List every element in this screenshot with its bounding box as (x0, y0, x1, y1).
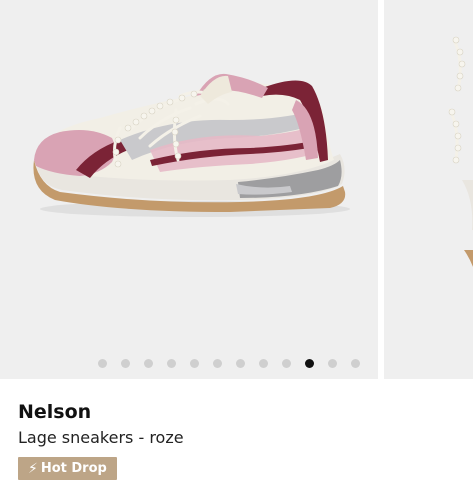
carousel-pagination (98, 357, 360, 369)
lightning-icon: ⚡ (28, 460, 38, 477)
product-brand[interactable]: Nelson (18, 400, 458, 424)
badge-label: Hot Drop (40, 461, 107, 476)
carousel-dot[interactable] (144, 358, 153, 368)
carousel-dot[interactable] (305, 358, 314, 368)
product-card[interactable]: Nelson Lage sneakers - roze ⚡ Hot Drop (0, 0, 473, 500)
sneaker-image-next (448, 36, 473, 267)
image-carousel[interactable] (0, 0, 473, 379)
carousel-dot[interactable] (121, 358, 130, 368)
carousel-dot[interactable] (282, 358, 291, 368)
carousel-dot[interactable] (236, 358, 245, 368)
hot-drop-badge: ⚡ Hot Drop (18, 457, 117, 480)
next-product-image-slide[interactable] (384, 0, 473, 379)
carousel-dot[interactable] (259, 358, 268, 368)
product-description[interactable]: Lage sneakers - roze (18, 427, 458, 449)
product-info[interactable]: Nelson Lage sneakers - roze (18, 400, 458, 449)
carousel-dot[interactable] (213, 358, 222, 368)
carousel-dot[interactable] (328, 358, 337, 368)
carousel-dot[interactable] (190, 358, 199, 368)
carousel-dot[interactable] (351, 358, 360, 368)
carousel-dot[interactable] (167, 358, 176, 368)
carousel-dot[interactable] (98, 358, 107, 368)
product-image-slide[interactable] (0, 0, 378, 379)
sneaker-image (33, 73, 350, 217)
